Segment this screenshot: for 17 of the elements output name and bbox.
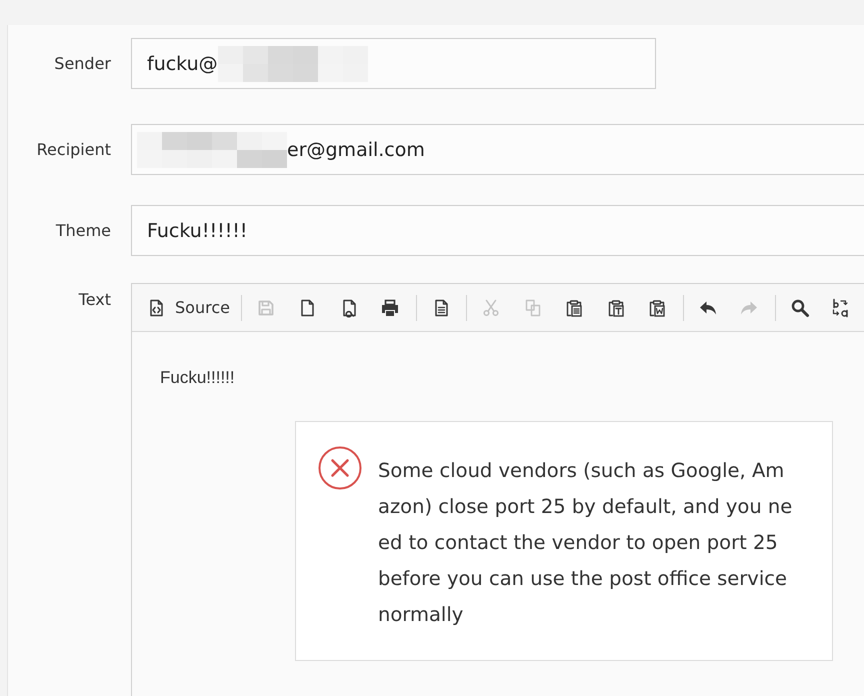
clipboard-word-icon xyxy=(647,298,668,318)
recipient-field[interactable]: er@gmail.com xyxy=(131,124,864,175)
scissors-icon xyxy=(481,298,502,318)
field-label: Recipient xyxy=(36,140,111,160)
field-label: Theme xyxy=(56,220,111,240)
theme-field[interactable]: Fucku!!!!!! xyxy=(131,205,864,256)
error-message: Some cloud vendors (such as Google, Amazon) close port 25 by default, and you need to contact the vendor to open port 25 before you can use the post office service normally xyxy=(378,458,794,628)
source-button[interactable]: Source xyxy=(140,292,236,322)
field-label: Text xyxy=(78,290,111,310)
sender-field[interactable]: fucku@ xyxy=(131,38,656,89)
error-x-circle-icon xyxy=(318,446,362,490)
editor-text-area[interactable]: Fucku!!!!!! Some cloud vendors (such as Google, Amazon) close port 25 by default, and you need to contact the vendor to open port 25 before you can use the post office service normally xyxy=(132,332,864,696)
printer-icon xyxy=(380,298,400,318)
editor-content-text: Fucku!!!!!! xyxy=(160,368,235,387)
clipboard-icon xyxy=(564,298,584,318)
search-icon xyxy=(790,298,810,318)
field-label: Sender xyxy=(54,54,111,74)
